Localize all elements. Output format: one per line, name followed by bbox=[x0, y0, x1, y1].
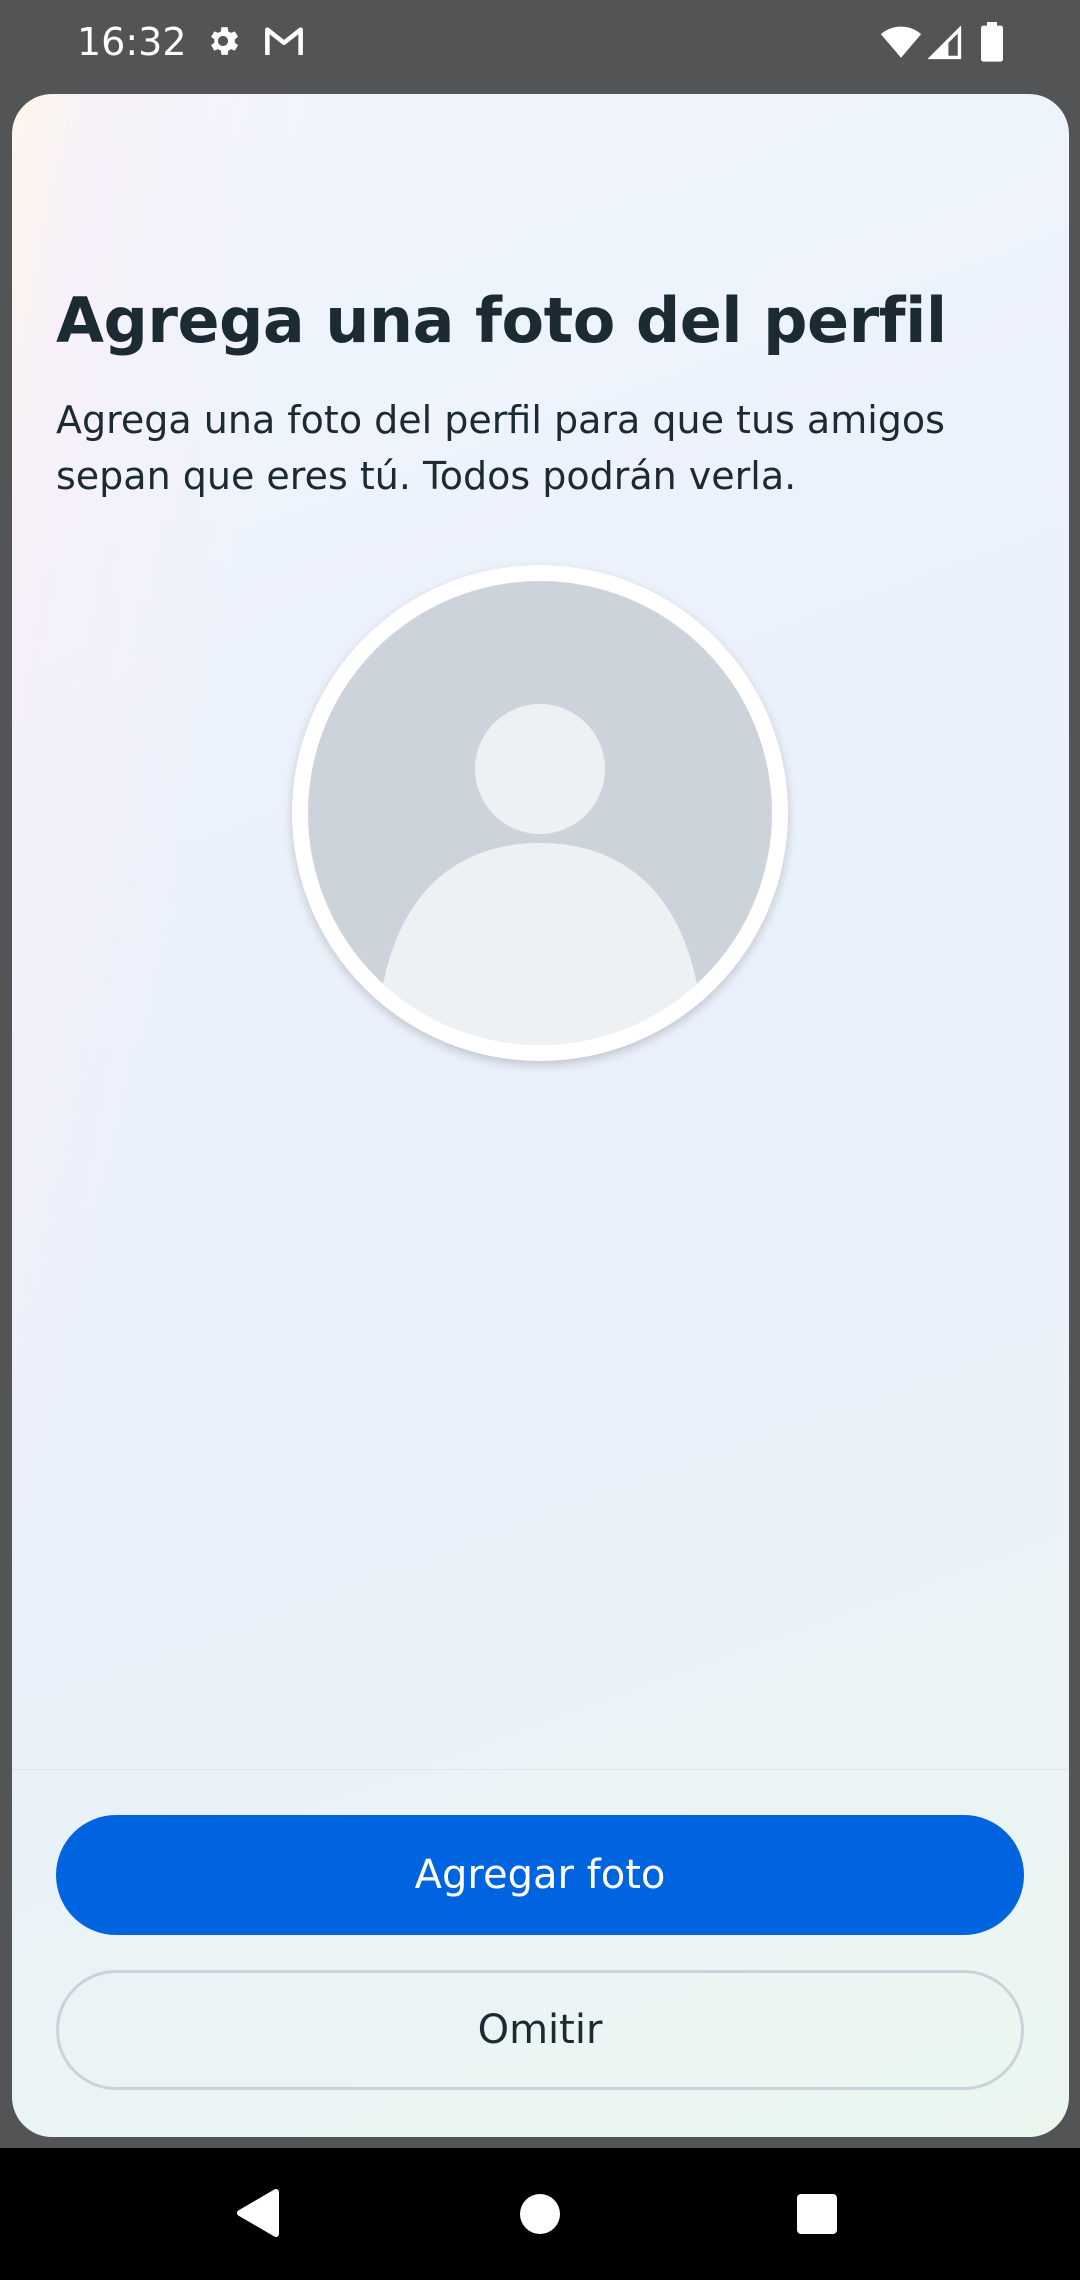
home-icon[interactable] bbox=[518, 2192, 562, 2241]
status-time: 16:32 bbox=[77, 20, 187, 64]
divider bbox=[12, 1769, 1069, 1770]
add-photo-sheet: Agrega una foto del perfil Agrega una fo… bbox=[12, 94, 1069, 2137]
signal-icon bbox=[927, 25, 962, 65]
add-photo-button[interactable]: Agregar foto bbox=[56, 1815, 1024, 1935]
wifi-icon bbox=[880, 24, 922, 65]
status-bar: 16:32 bbox=[0, 0, 1080, 90]
page-title: Agrega una foto del perfil bbox=[56, 284, 947, 357]
avatar[interactable] bbox=[292, 565, 788, 1061]
battery-icon bbox=[980, 22, 1004, 67]
page-subtitle: Agrega una foto del perfil para que tus … bbox=[56, 398, 945, 498]
recents-icon[interactable] bbox=[796, 2193, 838, 2240]
back-icon[interactable] bbox=[236, 2188, 280, 2243]
navigation-bar bbox=[0, 2148, 1080, 2280]
settings-icon bbox=[204, 22, 242, 65]
gmail-icon bbox=[263, 22, 305, 65]
skip-button[interactable]: Omitir bbox=[56, 1970, 1024, 2090]
default-profile-icon bbox=[308, 581, 772, 1045]
